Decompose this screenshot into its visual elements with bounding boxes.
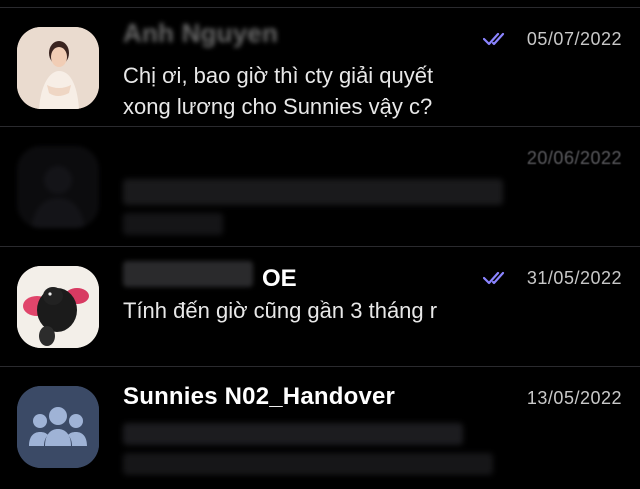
- message-line: Chị ơi, bao giờ thì cty giải quyết: [123, 63, 434, 88]
- avatar[interactable]: [17, 146, 99, 228]
- conversation-row[interactable]: 20/06/2022: [0, 127, 640, 247]
- double-check-icon: [482, 271, 509, 285]
- message-preview: Chị ơi, bao giờ thì cty giải quyết xong …: [123, 60, 433, 122]
- message-line: Tính đến giờ cũng gần 3 tháng r: [123, 298, 438, 323]
- conversation-row[interactable]: Anh Nguyen 05/07/2022 Chị ơi, bao giờ th…: [0, 7, 640, 127]
- avatar[interactable]: [17, 386, 99, 468]
- message-preview: Tính đến giờ cũng gần 3 tháng r: [123, 295, 437, 326]
- conversation-name: Sunnies N02_Handover: [123, 383, 396, 410]
- avatar[interactable]: [17, 27, 99, 109]
- group-avatar-icon: [17, 386, 99, 468]
- conversation-name: OE: [262, 265, 297, 292]
- double-check-icon: [482, 32, 509, 46]
- conversation-name-hidden: [123, 261, 253, 287]
- avatar[interactable]: [17, 266, 99, 348]
- redacted-line: [123, 423, 463, 445]
- conversation-date: 20/06/2022: [526, 148, 622, 168]
- redacted-line: [123, 453, 493, 475]
- redacted-line: [123, 179, 503, 205]
- message-preview: [123, 419, 493, 475]
- conversation-date: 31/05/2022: [526, 268, 622, 288]
- message-line: xong lương cho Sunnies vậy c?: [123, 94, 433, 119]
- conversation-date: 13/05/2022: [526, 388, 622, 408]
- conversation-date: 05/07/2022: [526, 29, 622, 49]
- conversation-list: Anh Nguyen 05/07/2022 Chị ơi, bao giờ th…: [0, 0, 640, 489]
- redacted-line: [123, 213, 223, 235]
- conversation-row[interactable]: Sunnies N02_Handover 13/05/2022: [0, 367, 640, 487]
- message-preview: [123, 177, 503, 235]
- conversation-row[interactable]: OE 31/05/2022 Tính đến giờ cũng gần 3 th…: [0, 247, 640, 367]
- conversation-name: Anh Nguyen: [123, 18, 279, 48]
